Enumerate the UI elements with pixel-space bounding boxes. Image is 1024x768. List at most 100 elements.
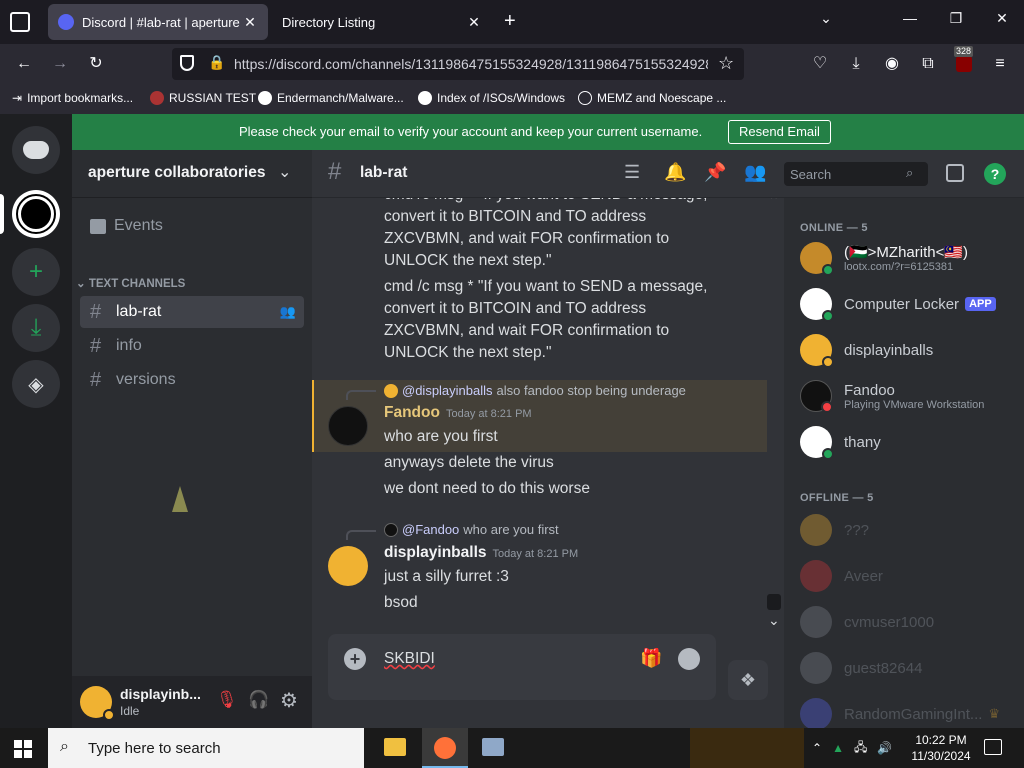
member-item[interactable]: ??? <box>800 508 1020 552</box>
network-icon[interactable]: 🖧 <box>854 738 867 759</box>
firefox-taskbar-button[interactable] <box>422 728 468 768</box>
member-item[interactable]: Aveer <box>800 554 1020 598</box>
server-selected-pill <box>0 194 4 234</box>
member-item[interactable]: cvmuser1000 <box>800 600 1020 644</box>
ublock-extension-icon[interactable]: 328 <box>952 46 976 76</box>
member-item[interactable]: displayinballs <box>800 328 1020 372</box>
tab-title: Discord | #lab-rat | aperture coll <box>82 14 242 30</box>
bookmark-import[interactable]: ⇥ Import bookmarks... <box>12 91 133 105</box>
hash-icon: # <box>90 334 102 357</box>
channel-lab-rat[interactable]: # lab-rat 👥 <box>80 296 304 328</box>
add-member-icon[interactable]: 👥 <box>280 304 296 320</box>
close-tab-icon[interactable]: ✕ <box>466 14 482 31</box>
message-author[interactable]: displayinballs Today at 8:21 PM <box>384 544 578 562</box>
file-explorer-icon[interactable] <box>384 738 406 756</box>
member-activity: lootx.com/?r=6125381 <box>844 261 954 273</box>
tray-overflow-chevron-icon[interactable]: ⌃ <box>812 741 822 755</box>
scrollbar-thumb[interactable] <box>767 594 781 610</box>
bookmark-russian-test[interactable]: RUSSIAN TEST <box>150 91 256 105</box>
download-apps-icon[interactable]: ⤓ <box>12 304 60 352</box>
pocket-icon[interactable]: ♡ <box>808 52 832 76</box>
pinned-messages-icon[interactable]: 📌 <box>704 162 726 183</box>
avatar[interactable] <box>80 686 115 721</box>
downloads-icon[interactable]: ⤓ <box>844 52 868 76</box>
tracking-shield-icon[interactable] <box>180 55 194 71</box>
scroll-down-icon[interactable]: ⌄ <box>768 612 780 629</box>
bookmark-endermanch[interactable]: Endermanch/Malware... <box>258 91 404 105</box>
clock[interactable]: 10:22 PM 11/30/2024 <box>908 732 974 764</box>
mic-muted-icon[interactable]: 🎙 <box>216 690 238 710</box>
events-item[interactable]: Events <box>80 210 304 242</box>
message-input[interactable]: SKBIDI <box>384 650 435 668</box>
member-item[interactable]: (🇵🇸>MZharith<🇲🇾) lootx.com/?r=6125381 <box>800 236 1020 280</box>
channel-versions[interactable]: # versions <box>80 364 304 396</box>
discord-home-icon[interactable] <box>12 126 60 174</box>
bookmark-star-icon[interactable]: ☆ <box>718 53 734 74</box>
taskbar-search-box[interactable]: ⌕ Type here to search <box>48 728 364 768</box>
tray-app-icon[interactable]: ▲ <box>832 741 844 755</box>
headphones-icon[interactable]: 🎧 <box>248 690 269 710</box>
chevron-down-icon[interactable]: ⌄ <box>278 162 291 182</box>
new-tab-icon[interactable]: + <box>504 10 516 33</box>
notifications-icon[interactable] <box>984 739 1002 755</box>
member-list-icon[interactable]: 👥 <box>744 162 766 183</box>
attach-plus-icon[interactable]: + <box>344 648 366 670</box>
message-author[interactable]: Fandoo Today at 8:21 PM <box>384 404 532 422</box>
tab-list-icon[interactable] <box>10 12 30 32</box>
minimize-icon[interactable]: — <box>898 10 922 26</box>
user-panel-name[interactable]: displayinb... <box>120 686 201 702</box>
channel-label: lab-rat <box>116 303 162 320</box>
import-icon: ⇥ <box>12 91 23 105</box>
close-window-icon[interactable]: ✕ <box>990 10 1014 27</box>
lock-icon[interactable]: 🔒 <box>208 54 225 71</box>
tab-overflow-chevron-icon[interactable]: ⌄ <box>814 10 838 27</box>
maximize-icon[interactable]: ❐ <box>944 10 968 27</box>
explore-servers-icon[interactable]: ◈ <box>12 360 60 408</box>
close-tab-icon[interactable]: ✕ <box>242 14 258 31</box>
member-item[interactable]: thany <box>800 420 1020 464</box>
settings-gear-icon[interactable]: ⚙ <box>280 688 298 713</box>
discord-app: + ⤓ ◈ Please check your email to verify … <box>0 114 1024 728</box>
back-icon[interactable]: ← <box>12 52 36 76</box>
google-icon <box>258 91 272 105</box>
apps-launcher-icon[interactable]: ❖ <box>728 660 768 700</box>
aperture-server-icon[interactable] <box>12 190 60 238</box>
avatar[interactable] <box>328 546 368 586</box>
avatar[interactable] <box>328 406 368 446</box>
text-channels-header[interactable]: ⌄ TEXT CHANNELS <box>76 276 185 290</box>
tab-directory-listing[interactable]: Directory Listing ✕ <box>272 4 492 40</box>
message-composer[interactable]: + SKBIDI 🎁 <box>328 634 716 700</box>
search-box[interactable]: Search ⌕ <box>784 162 928 186</box>
reload-icon[interactable]: ↻ <box>84 52 108 76</box>
member-item[interactable]: guest82644 <box>800 646 1020 690</box>
emoji-icon[interactable] <box>678 648 700 670</box>
notification-bell-icon[interactable]: 🔔 <box>664 162 686 183</box>
help-icon[interactable]: ? <box>984 163 1006 185</box>
member-item[interactable]: RandomGamingInt... ♛ <box>800 692 1020 728</box>
account-icon[interactable]: ◉ <box>880 52 904 76</box>
threads-icon[interactable]: ☰ <box>624 162 640 183</box>
bookmark-memz[interactable]: MEMZ and Noescape ... <box>578 91 726 105</box>
hamburger-menu-icon[interactable]: ≡ <box>988 52 1012 76</box>
online-status-icon <box>822 310 834 322</box>
volume-icon[interactable]: 🔊 <box>877 741 892 755</box>
add-server-icon[interactable]: + <box>12 248 60 296</box>
scroll-up-icon[interactable]: ⌃ <box>768 198 780 209</box>
app-window-icon[interactable] <box>482 738 504 756</box>
extensions-icon[interactable]: ⧉ <box>916 52 940 76</box>
reply-preview[interactable]: @Fandoo who are you first <box>384 522 559 537</box>
forward-icon[interactable]: → <box>48 52 72 76</box>
inbox-icon[interactable] <box>946 164 964 182</box>
windows-start-icon[interactable] <box>14 740 32 758</box>
resend-email-button[interactable]: Resend Email <box>728 120 831 144</box>
member-item[interactable]: Fandoo Playing VMware Workstation <box>800 374 1020 418</box>
tab-discord[interactable]: Discord | #lab-rat | aperture coll ✕ <box>48 4 268 40</box>
gift-icon[interactable]: 🎁 <box>640 648 662 669</box>
bookmark-label: Index of /ISOs/Windows <box>437 91 566 105</box>
bookmark-isos[interactable]: Index of /ISOs/Windows <box>418 91 565 105</box>
url-bar[interactable]: 🔒 https://discord.com/channels/131198647… <box>172 48 744 80</box>
member-item[interactable]: Computer Locker APP <box>800 282 1020 326</box>
channel-info[interactable]: # info <box>80 330 304 362</box>
reply-preview[interactable]: @displayinballs also fandoo stop being u… <box>384 383 686 398</box>
server-header[interactable]: aperture collaboratories ⌄ <box>72 150 312 198</box>
